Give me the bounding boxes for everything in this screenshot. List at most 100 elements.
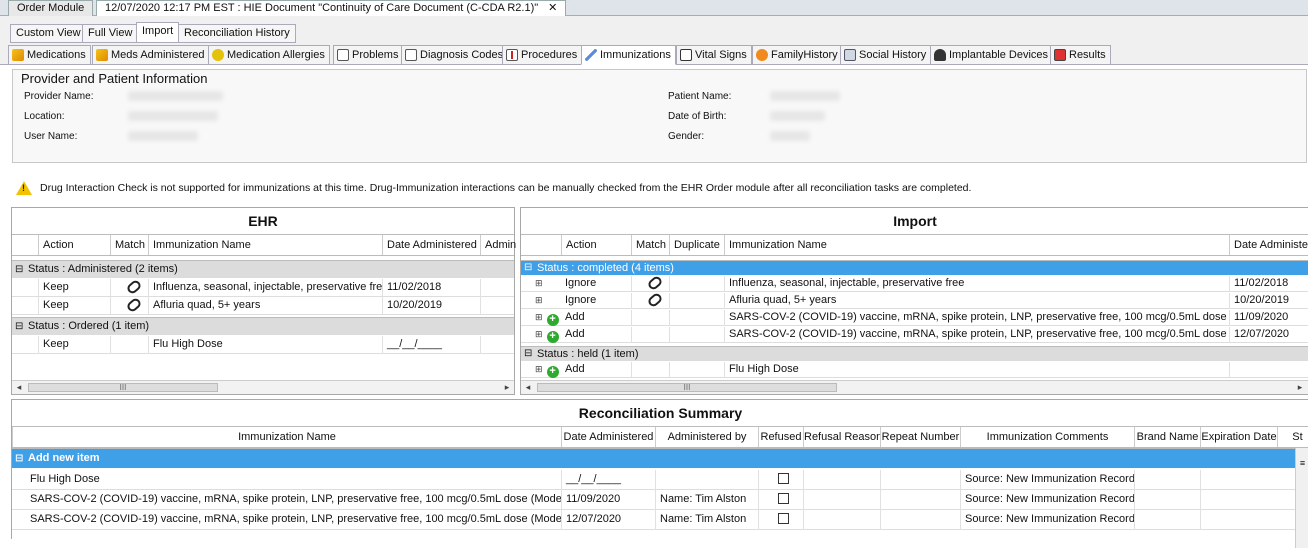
action-cell[interactable]: Ignore xyxy=(561,276,631,292)
table-row[interactable]: ⊞ + Add Flu High Dose xyxy=(521,362,1308,378)
date-administered-cell[interactable]: __/__/____ xyxy=(561,470,655,490)
repeat-number-cell[interactable] xyxy=(880,510,960,530)
immunization-comments-cell[interactable]: Source: New Immunization Record xyxy=(960,490,1134,510)
tab-meds-administered[interactable]: Meds Administered xyxy=(92,45,210,65)
refused-checkbox[interactable] xyxy=(777,473,789,484)
refused-checkbox[interactable] xyxy=(777,513,789,524)
table-row[interactable]: Keep Afluria quad, 5+ years 10/20/2019 xyxy=(12,297,514,315)
col-header-match[interactable]: Match xyxy=(631,235,669,255)
tab-order-module[interactable]: Order Module xyxy=(8,0,94,16)
tab-social-history[interactable]: Social History xyxy=(840,45,932,65)
tab-import[interactable]: Import xyxy=(136,22,180,43)
col-header-administered-by[interactable]: Administered by xyxy=(655,427,758,447)
col-header-immunization-name[interactable]: Immunization Name xyxy=(12,427,561,447)
date-administered-cell[interactable]: 12/07/2020 xyxy=(561,510,655,530)
scroll-right-icon[interactable]: ▸ xyxy=(1293,381,1307,394)
col-header-match[interactable]: Match xyxy=(110,235,148,255)
action-cell[interactable]: Add xyxy=(561,362,631,378)
expand-cell[interactable]: ⊞ xyxy=(531,276,561,292)
tab-medications[interactable]: Medications xyxy=(8,45,91,65)
action-cell[interactable]: Keep xyxy=(38,279,110,297)
add-icon[interactable]: + xyxy=(546,331,559,343)
expiration-date-cell[interactable] xyxy=(1200,490,1277,510)
table-row[interactable]: ⊞ + Add SARS-COV-2 (COVID-19) vaccine, mRNA… xyxy=(521,310,1308,326)
col-header-immunization-comments[interactable]: Immunization Comments xyxy=(960,427,1134,447)
tab-full-view[interactable]: Full View xyxy=(82,24,139,43)
refusal-reason-cell[interactable] xyxy=(803,470,880,490)
col-header-brand-name[interactable]: Brand Name xyxy=(1134,427,1200,447)
immunization-name-cell[interactable]: SARS-COV-2 (COVID-19) vaccine, mRNA, spi… xyxy=(26,490,561,510)
tab-results[interactable]: Results xyxy=(1050,45,1111,65)
expand-icon[interactable]: ⊞ xyxy=(535,364,543,374)
expiration-date-cell[interactable] xyxy=(1200,470,1277,490)
import-status-group[interactable]: Status : held (1 item) xyxy=(521,346,1308,361)
expand-icon[interactable]: ⊞ xyxy=(535,312,543,322)
col-header-st[interactable]: St xyxy=(1277,427,1308,447)
tab-vital-signs[interactable]: Vital Signs xyxy=(676,45,752,65)
tab-familyhistory[interactable]: FamilyHistory xyxy=(752,45,843,65)
ehr-status-group[interactable]: Status : Administered (2 items) xyxy=(12,260,514,278)
col-header-immunization-name[interactable]: Immunization Name xyxy=(724,235,1229,255)
tab-implantable-devices[interactable]: Implantable Devices xyxy=(930,45,1054,65)
add-icon[interactable]: + xyxy=(546,366,559,378)
immunization-name-cell[interactable]: Flu High Dose xyxy=(26,470,561,490)
expand-cell[interactable]: ⊞ + xyxy=(531,327,561,343)
brand-name-cell[interactable] xyxy=(1134,510,1200,530)
tab-procedures[interactable]: Procedures xyxy=(502,45,583,65)
col-header-action[interactable]: Action xyxy=(38,235,110,255)
administered-by-cell[interactable]: Name: Tim Alston xyxy=(655,510,758,530)
immunization-comments-cell[interactable]: Source: New Immunization Record xyxy=(960,470,1134,490)
scroll-thumb[interactable]: III xyxy=(537,383,837,392)
ehr-horizontal-scrollbar[interactable]: ◂ III ▸ xyxy=(12,380,514,394)
col-header-admin[interactable]: Admin xyxy=(480,235,520,255)
tab-medication-allergies[interactable]: Medication Allergies xyxy=(208,45,330,65)
table-row[interactable]: ⊞ Ignore Influenza, seasonal, injectable, … xyxy=(521,276,1308,292)
table-row[interactable]: ⊞ + Add SARS-COV-2 (COVID-19) vaccine, mRNA… xyxy=(521,327,1308,343)
immunization-comments-cell[interactable]: Source: New Immunization Record xyxy=(960,510,1134,530)
col-header-duplicate[interactable]: Duplicate xyxy=(669,235,724,255)
administered-by-cell[interactable]: Name: Tim Alston xyxy=(655,490,758,510)
import-status-group[interactable]: Status : completed (4 items) xyxy=(521,260,1308,275)
repeat-number-cell[interactable] xyxy=(880,470,960,490)
scroll-left-icon[interactable]: ◂ xyxy=(12,381,26,394)
scroll-left-icon[interactable]: ◂ xyxy=(521,381,535,394)
expand-icon[interactable]: ⊞ xyxy=(535,329,543,339)
administered-by-cell[interactable] xyxy=(655,470,758,490)
col-header-immunization-name[interactable]: Immunization Name xyxy=(148,235,382,255)
col-header-refusal-reason[interactable]: Refusal Reason xyxy=(803,427,880,447)
table-row[interactable]: ⊞ Ignore Afluria quad, 5+ years 10/20/2019 xyxy=(521,293,1308,309)
table-row[interactable]: SARS-COV-2 (COVID-19) vaccine, mRNA, spi… xyxy=(12,510,1308,530)
expand-icon[interactable]: ⊞ xyxy=(535,295,543,305)
tab-custom-view[interactable]: Custom View xyxy=(10,24,87,43)
tab-immunizations[interactable]: Immunizations xyxy=(581,45,676,65)
action-cell[interactable]: Keep xyxy=(38,297,110,315)
col-header-action[interactable]: Action xyxy=(561,235,631,255)
action-cell[interactable]: Add xyxy=(561,327,631,343)
col-header-date-administe[interactable]: Date Administe xyxy=(1229,235,1308,255)
ehr-status-group[interactable]: Status : Ordered (1 item) xyxy=(12,317,514,335)
expand-cell[interactable]: ⊞ xyxy=(531,293,561,309)
import-horizontal-scrollbar[interactable]: ◂ III ▸ xyxy=(521,380,1308,394)
brand-name-cell[interactable] xyxy=(1134,470,1200,490)
scroll-thumb[interactable]: III xyxy=(28,383,218,392)
tab-hie-document[interactable]: 12/07/2020 12:17 PM EST : HIE Document "… xyxy=(96,0,567,17)
immunization-name-cell[interactable]: SARS-COV-2 (COVID-19) vaccine, mRNA, spi… xyxy=(26,510,561,530)
scroll-right-icon[interactable]: ▸ xyxy=(500,381,514,394)
expand-icon[interactable]: ⊞ xyxy=(535,278,543,288)
expiration-date-cell[interactable] xyxy=(1200,510,1277,530)
expand-cell[interactable]: ⊞ + xyxy=(531,362,561,378)
table-row[interactable]: Flu High Dose __/__/____ Source: New Immun… xyxy=(12,470,1308,490)
repeat-number-cell[interactable] xyxy=(880,490,960,510)
tab-reconciliation-history[interactable]: Reconciliation History xyxy=(178,24,296,43)
close-icon[interactable]: ✕ xyxy=(548,2,557,14)
refusal-reason-cell[interactable] xyxy=(803,490,880,510)
col-header-date-administered[interactable]: Date Administered xyxy=(382,235,480,255)
table-row[interactable]: SARS-COV-2 (COVID-19) vaccine, mRNA, spi… xyxy=(12,490,1308,510)
add-new-item-row[interactable]: Add new item xyxy=(12,448,1308,468)
refused-checkbox[interactable] xyxy=(777,493,789,504)
expand-cell[interactable]: ⊞ + xyxy=(531,310,561,326)
col-header-repeat-number[interactable]: Repeat Number xyxy=(880,427,960,447)
table-row[interactable]: Keep Influenza, seasonal, injectable, pre… xyxy=(12,279,514,297)
vertical-scrollbar[interactable]: ≡ xyxy=(1295,448,1308,548)
col-header-expiration-date[interactable]: Expiration Date xyxy=(1200,427,1277,447)
